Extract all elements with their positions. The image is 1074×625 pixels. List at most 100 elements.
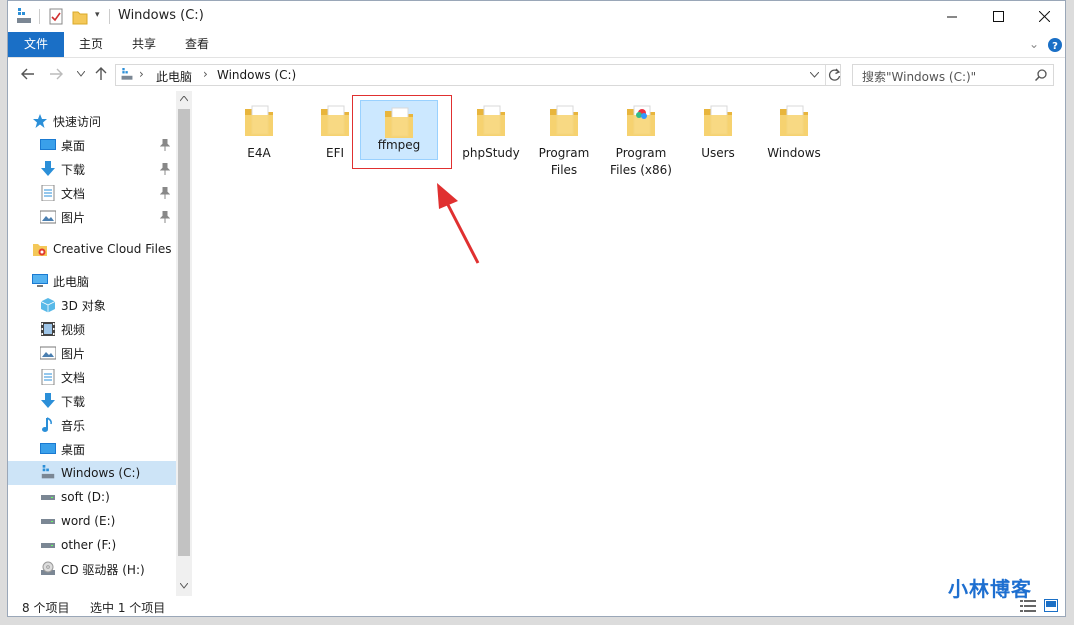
download-icon [41,393,55,408]
customize-qa-icon[interactable]: ▾ [95,10,100,20]
nav-item-downloads-pc[interactable]: 下载 [8,389,176,413]
folder-label: phpStudy [453,145,529,162]
folder-icon [477,105,505,136]
nav-item-downloads[interactable]: 下载 [8,157,176,181]
breadcrumb-this-pc[interactable]: 此电脑 [156,68,192,85]
chevron-down-icon [77,71,85,77]
nav-item-documents[interactable]: 文档 [8,181,176,205]
back-button[interactable] [20,66,36,82]
folder-label-line: Program [538,146,590,160]
nav-item-drive-f[interactable]: other (F:) [8,533,176,557]
folder-label-line: phpStudy [462,146,520,160]
folder-label: Windows [756,145,832,162]
expand-ribbon-icon[interactable]: ⌄ [1029,37,1039,51]
music-icon [42,417,52,432]
nav-creative-cloud[interactable]: Creative Cloud Files [8,237,176,261]
nav-label: other (F:) [61,538,117,552]
pictures-icon [40,346,56,360]
new-folder-icon[interactable] [72,8,88,26]
window-title: Windows (C:) [118,8,204,23]
nav-label: 图片 [61,346,86,361]
cube-icon [40,298,56,313]
nav-scrollbar[interactable] [176,91,192,596]
large-icons-view-icon[interactable] [1044,599,1058,612]
nav-item-documents-pc[interactable]: 文档 [8,365,176,389]
qa-divider [39,9,40,24]
document-icon [41,369,55,385]
tab-share[interactable]: 共享 [121,32,167,57]
folder-label: Users [680,145,756,162]
pin-icon[interactable] [160,211,170,223]
svg-text:?: ? [1052,41,1058,52]
forward-button[interactable] [48,66,64,82]
nav-item-music[interactable]: 音乐 [8,413,176,437]
properties-icon[interactable] [49,8,63,26]
pin-icon[interactable] [160,163,170,175]
nav-this-pc[interactable]: 此电脑 [8,269,176,293]
folder-label: Program Files [526,145,602,179]
nav-label: Windows (C:) [61,466,141,480]
folder-label: E4A [221,145,297,162]
folder-icon [780,105,808,136]
nav-label: 下载 [61,162,86,177]
nav-item-desktop-pc[interactable]: 桌面 [8,437,176,461]
scroll-up-icon[interactable] [180,96,188,102]
pin-icon[interactable] [160,187,170,199]
nav-item-drive-d[interactable]: soft (D:) [8,485,176,509]
folder-label-line: Windows [767,146,821,160]
search-box[interactable]: 搜索"Windows (C:)" [852,64,1054,86]
maximize-icon [992,11,1004,22]
folder-label-line: E4A [247,146,271,160]
navigation-pane: 快速访问 桌面 下载 文档 图片 Creative Cloud Files 此电… [8,91,176,596]
breadcrumb-drive[interactable]: Windows (C:) [217,68,296,82]
folder-item[interactable]: E4A [221,99,297,169]
close-icon [1038,11,1050,22]
folder-icon [550,105,578,136]
folder-item[interactable]: Users [680,99,756,169]
help-icon[interactable]: ? [1048,38,1062,52]
red-arrow-annotation [437,183,480,264]
nav-item-drive-h[interactable]: CD 驱动器 (H:) [8,557,176,581]
nav-label: 视频 [61,322,86,337]
nav-item-desktop[interactable]: 桌面 [8,133,176,157]
recent-locations-button[interactable] [73,66,89,82]
tab-home[interactable]: 主页 [68,32,114,57]
creative-cloud-icon [33,244,47,256]
folder-label-line: Files [550,163,578,177]
chevron-down-icon[interactable] [810,72,819,78]
minimize-button[interactable] [929,1,975,32]
document-icon [41,185,55,201]
folder-icon [245,105,273,136]
maximize-button[interactable] [975,1,1021,32]
nav-item-drive-c[interactable]: Windows (C:) [8,461,176,485]
breadcrumb-chevron-icon[interactable]: › [139,67,144,81]
nav-item-pictures-pc[interactable]: 图片 [8,341,176,365]
folder-item[interactable]: phpStudy [453,99,529,169]
folder-item[interactable]: Windows [756,99,832,169]
address-bar[interactable]: › 此电脑 › Windows (C:) [115,64,841,86]
scroll-thumb[interactable] [178,109,190,556]
tab-file[interactable]: 文件 [8,32,64,57]
nav-item-pictures[interactable]: 图片 [8,205,176,229]
search-icon[interactable] [1035,69,1047,81]
breadcrumb-chevron-icon[interactable]: › [203,67,208,81]
nav-item-3d-objects[interactable]: 3D 对象 [8,293,176,317]
video-icon [41,322,55,336]
nav-item-videos[interactable]: 视频 [8,317,176,341]
close-button[interactable] [1021,1,1065,32]
file-list: E4A EFI ffmpeg phpStudy Program Files Program F… [193,91,1065,596]
tab-view[interactable]: 查看 [174,32,220,57]
refresh-icon[interactable] [828,68,841,82]
nav-quick-access[interactable]: 快速访问 [8,109,176,133]
address-row: › 此电脑 › Windows (C:) 搜索"Windows (C:)" [8,58,1065,91]
nav-item-drive-e[interactable]: word (E:) [8,509,176,533]
nav-label: 桌面 [61,138,86,153]
folder-item[interactable]: Program Files (x86) [603,99,679,177]
pin-icon[interactable] [160,139,170,151]
folder-item[interactable]: Program Files [526,99,602,177]
highlight-box [352,95,452,169]
scroll-down-icon[interactable] [180,583,188,589]
search-input[interactable]: 搜索"Windows (C:)" [862,68,976,85]
nav-label: word (E:) [61,514,116,528]
up-button[interactable] [93,66,109,82]
